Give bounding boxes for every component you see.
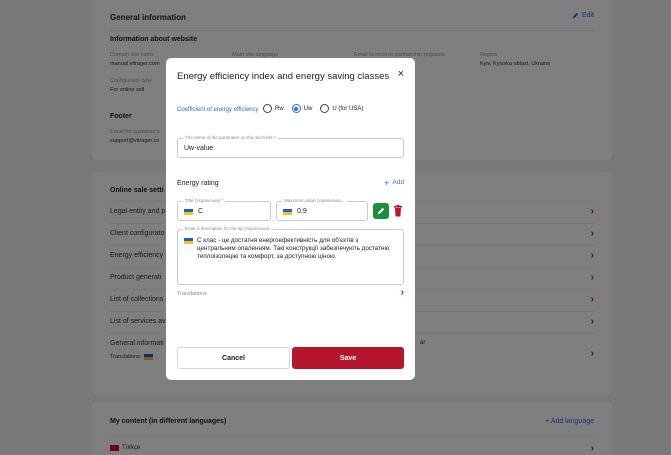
parameter-name-label: The name of the parameter on the microsi… (183, 135, 278, 140)
edit-rating-button[interactable] (373, 203, 389, 219)
radio-u-usa[interactable]: U (for USA) (320, 104, 363, 113)
radio-circle[interactable] (263, 104, 272, 113)
plus-icon: + (384, 177, 390, 188)
energy-rating-title: Energy rating (177, 180, 219, 187)
tip-description-label: Enter a description for the tip (Українс… (183, 226, 272, 231)
max-value-value: 0.9 (297, 208, 307, 215)
chevron-right-icon[interactable]: › (401, 287, 404, 298)
energy-efficiency-modal: Energy efficiency index and energy savin… (166, 58, 415, 380)
coefficient-label: Coefficient of energy efficiency (177, 107, 259, 113)
rating-title-label: Title (Українська) * (183, 198, 226, 203)
tip-description-textarea[interactable]: Enter a description for the tip (Українс… (177, 226, 404, 285)
add-rating-button[interactable]: + Add (384, 177, 404, 188)
parameter-name-input[interactable]: The name of the parameter on the microsi… (177, 135, 404, 158)
modal-title: Energy efficiency index and energy savin… (177, 71, 390, 82)
pencil-icon (377, 207, 385, 215)
radio-uw[interactable]: Uw (291, 104, 313, 113)
ukraine-flag-icon (283, 208, 292, 215)
radio-circle-selected[interactable] (291, 104, 301, 113)
coefficient-radio-group: Rw Uw U (for USA) (263, 104, 363, 113)
radio-circle[interactable] (320, 104, 330, 113)
add-rating-label: Add (392, 179, 404, 186)
parameter-name-value: Uw-value (184, 145, 214, 152)
cancel-button[interactable]: Cancel (177, 347, 290, 369)
save-button[interactable]: Save (292, 347, 404, 369)
max-value-label: Maximum value (Українська... (282, 198, 347, 203)
ukraine-flag-icon (184, 208, 193, 215)
rating-title-value: C (198, 208, 204, 215)
radio-label: Rw (275, 105, 284, 112)
radio-label: Uw (303, 105, 313, 112)
radio-label: U (for USA) (332, 105, 364, 112)
radio-rw[interactable]: Rw (263, 104, 284, 113)
ukraine-flag-icon (184, 238, 193, 244)
close-icon[interactable]: × (398, 69, 404, 80)
translations-label: Translations (177, 291, 207, 297)
trash-icon[interactable] (393, 205, 403, 217)
max-value-input[interactable]: Maximum value (Українська... 0.9 (276, 198, 368, 221)
tip-description-value: С клас - це достатня енергоефективність … (197, 237, 390, 260)
rating-title-input[interactable]: Title (Українська) * C (177, 198, 271, 221)
